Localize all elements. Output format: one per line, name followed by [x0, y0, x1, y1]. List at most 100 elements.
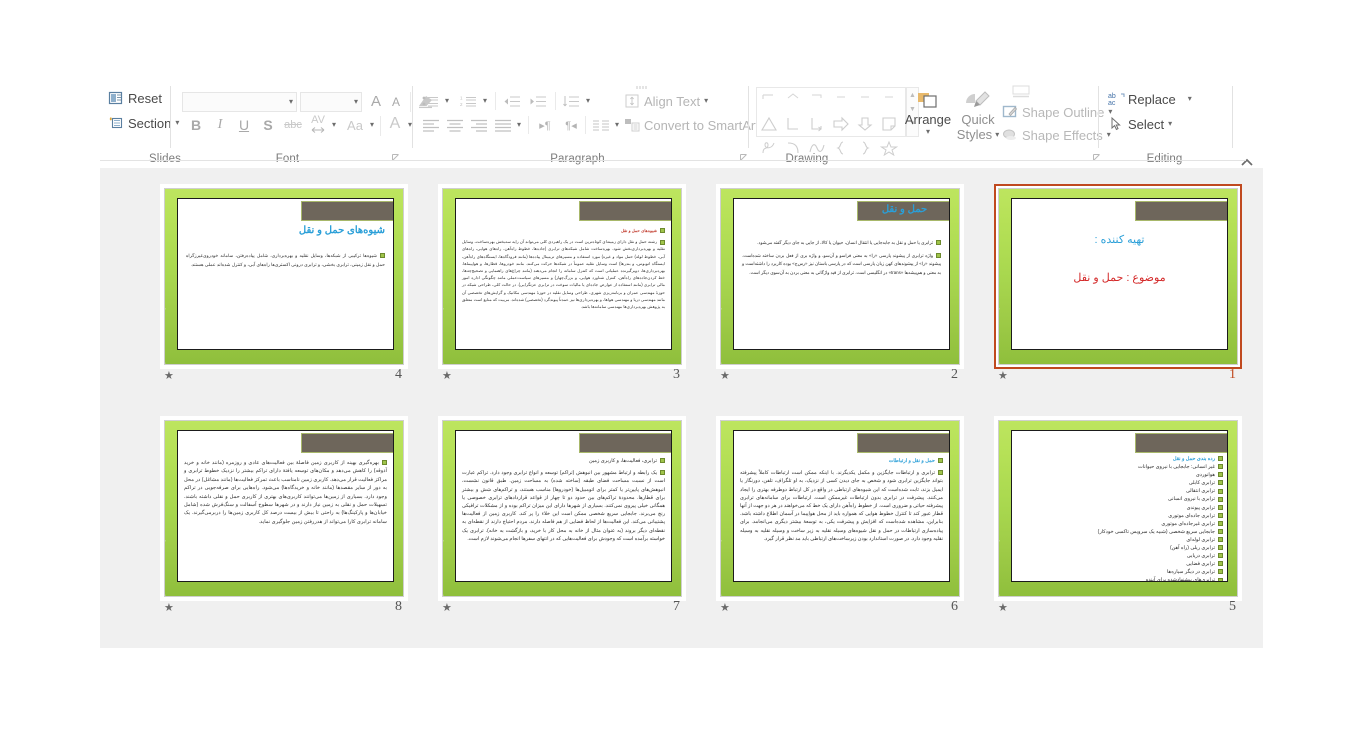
down-arrow-shape[interactable]	[853, 112, 877, 136]
shapes-gallery[interactable]	[756, 87, 906, 156]
line-spacing-icon[interactable]	[560, 90, 584, 112]
transition-star-icon[interactable]: ★	[164, 602, 176, 614]
convert-to-smartart-button[interactable]: Convert to SmartArt ▾	[624, 117, 767, 133]
shape-effects-button[interactable]: Shape Effects ▾	[1002, 127, 1111, 143]
elbow-arrow-shape[interactable]	[805, 112, 829, 136]
slide-thumbnail-8[interactable]: بهره‌گیری بهینه از کاربری زمین فاصلهٔ بی…	[160, 416, 408, 618]
slide-thumbnail-7[interactable]: ترابری، فعالیت‌ها، و کاربری زمین یک رابط…	[438, 416, 686, 618]
chevron-down-icon[interactable]: ▾	[483, 97, 487, 105]
slide-footer: ★ 7	[438, 599, 686, 618]
chevron-down-icon[interactable]: ▾	[586, 97, 590, 105]
slide-frame[interactable]: ترابری، فعالیت‌ها، و کاربری زمین یک رابط…	[438, 416, 686, 601]
columns-icon[interactable]	[589, 114, 613, 136]
slide-thumbnail-2[interactable]: حمل و نقل ترابری یا حمل و نقل به جابه‌جا…	[716, 184, 964, 386]
chevron-down-icon[interactable]: ▾	[615, 121, 619, 129]
chevron-down-icon[interactable]: ▾	[704, 97, 708, 105]
font-name-combo[interactable]: ▾	[182, 92, 297, 112]
slide-frame[interactable]: شیوه‌های حمل و نقل شیوه‌ها ترکیبی از شبک…	[160, 184, 408, 369]
star-shape[interactable]	[877, 136, 901, 160]
shape-partial-row-1[interactable]	[757, 88, 781, 112]
bold-button[interactable]: B	[185, 114, 207, 136]
slide-frame[interactable]: تهیه کننده : موضوع : حمل و نقل	[994, 184, 1242, 369]
text-direction-rtl-icon[interactable]: ¶◂	[559, 114, 583, 136]
decrease-font-size-button[interactable]: A	[386, 92, 406, 112]
slide-thumbnail-1[interactable]: تهیه کننده : موضوع : حمل و نقل ★ 1	[994, 184, 1242, 386]
right-arrow-shape[interactable]	[829, 112, 853, 136]
select-button[interactable]: Select ▾	[1108, 116, 1172, 132]
transition-star-icon[interactable]: ★	[720, 370, 732, 382]
bullet-icon	[1218, 520, 1223, 526]
replace-button[interactable]: ab ac Replace ▾	[1108, 91, 1192, 108]
font-dialog-launcher[interactable]	[392, 154, 401, 163]
text-shadow-button[interactable]: S	[257, 114, 279, 136]
reset-slide-button[interactable]: Reset	[108, 90, 162, 106]
list-item-label: ترابری در دیگر سیاره‌ها	[1167, 569, 1215, 576]
bullets-icon[interactable]	[419, 90, 443, 112]
arrange-button[interactable]: Arrange ▾	[900, 90, 956, 136]
align-text-button[interactable]: Align Text ▾	[624, 93, 708, 109]
slide-sorter-pane[interactable]: شیوه‌های حمل و نقل شیوه‌ها ترکیبی از شبک…	[100, 168, 1263, 648]
shape-partial-row-4[interactable]	[829, 88, 853, 112]
shape-outline-button[interactable]: Shape Outline ▾	[1002, 104, 1112, 120]
shape-partial-row-3[interactable]	[805, 88, 829, 112]
change-case-button[interactable]: Aa	[342, 114, 368, 136]
transition-star-icon[interactable]: ★	[442, 602, 454, 614]
align-left-icon[interactable]	[419, 114, 443, 136]
slide-frame[interactable]: شیوه‌های حمل و نقل رشته حمل و نقل دارای …	[438, 184, 686, 369]
quick-styles-label-line2: Styles	[956, 127, 993, 142]
shape-fill-icon[interactable]	[1002, 84, 1042, 98]
paragraph-dialog-launcher[interactable]	[740, 154, 749, 163]
slide-frame[interactable]: حمل و نقل ترابری یا حمل و نقل به جابه‌جا…	[716, 184, 964, 369]
align-right-icon[interactable]	[467, 114, 491, 136]
triangle-shape[interactable]	[757, 112, 781, 136]
shape-partial-row-2[interactable]	[781, 88, 805, 112]
slide-canvas: رده بندی حمل و نقل غیر انسانی: جابجایی ب…	[998, 420, 1238, 597]
transition-star-icon[interactable]: ★	[720, 602, 732, 614]
chevron-down-icon[interactable]: ▾	[926, 128, 930, 136]
strikethrough-button[interactable]: abc	[281, 116, 305, 134]
slide-lead: شیوه‌های حمل و نقل	[620, 228, 657, 233]
transition-star-icon[interactable]: ★	[164, 370, 176, 382]
slide-thumbnail-6[interactable]: حمل و نقل و ارتباطات ترابری و ارتباطات ج…	[716, 416, 964, 618]
right-bracket-shape[interactable]	[781, 112, 805, 136]
increase-indent-icon[interactable]	[526, 90, 550, 112]
chevron-down-icon[interactable]: ▾	[175, 119, 179, 127]
italic-button[interactable]: I	[209, 114, 231, 136]
chevron-down-icon[interactable]: ▾	[445, 97, 449, 105]
text-direction-ltr-icon[interactable]: ▸¶	[533, 114, 557, 136]
list-item-label: ترابری جاده‌ای موتوری	[1168, 512, 1215, 519]
quick-styles-button[interactable]: Quick Styles ▾	[952, 90, 1004, 142]
folded-corner-shape[interactable]	[877, 112, 901, 136]
numbering-icon[interactable]: 12	[457, 90, 481, 112]
slide-thumbnail-5[interactable]: رده بندی حمل و نقل غیر انسانی: جابجایی ب…	[994, 416, 1242, 618]
transition-star-icon[interactable]: ★	[442, 370, 454, 382]
chevron-down-icon[interactable]: ▾	[354, 98, 358, 106]
font-size-combo[interactable]: ▾	[300, 92, 362, 112]
font-color-button[interactable]: A	[384, 113, 406, 135]
justify-icon[interactable]	[491, 114, 515, 136]
chevron-down-icon[interactable]: ▾	[370, 121, 374, 129]
slide-frame[interactable]: حمل و نقل و ارتباطات ترابری و ارتباطات ج…	[716, 416, 964, 601]
chevron-down-icon[interactable]: ▾	[517, 121, 521, 129]
slide-frame[interactable]: رده بندی حمل و نقل غیر انسانی: جابجایی ب…	[994, 416, 1242, 601]
increase-font-size-button[interactable]: A	[366, 90, 386, 112]
shape-outline-icon	[1002, 104, 1018, 120]
chevron-down-icon[interactable]: ▾	[995, 130, 999, 139]
align-center-icon[interactable]	[443, 114, 467, 136]
section-button[interactable]: Section ▾	[108, 115, 179, 131]
shape-partial-row-5[interactable]	[853, 88, 877, 112]
slide-thumbnail-4[interactable]: شیوه‌های حمل و نقل شیوه‌ها ترکیبی از شبک…	[160, 184, 408, 386]
slide-paragraph: رشته حمل و نقل دارای زمینه‌ای کوتاه‌ترین…	[462, 239, 665, 310]
slide-thumbnail-3[interactable]: شیوه‌های حمل و نقل رشته حمل و نقل دارای …	[438, 184, 686, 386]
shape-partial-row-6[interactable]	[877, 88, 901, 112]
chevron-down-icon[interactable]: ▾	[1168, 120, 1172, 128]
transition-star-icon[interactable]: ★	[998, 370, 1010, 382]
chevron-down-icon[interactable]: ▾	[289, 98, 293, 106]
transition-star-icon[interactable]: ★	[998, 602, 1010, 614]
slide-frame[interactable]: بهره‌گیری بهینه از کاربری زمین فاصلهٔ بی…	[160, 416, 408, 601]
chevron-down-icon[interactable]: ▾	[1188, 95, 1192, 103]
drawing-dialog-launcher[interactable]	[1093, 154, 1102, 163]
underline-button[interactable]: U	[233, 114, 255, 136]
chevron-down-icon[interactable]: ▾	[332, 121, 336, 129]
decrease-indent-icon[interactable]	[500, 90, 524, 112]
